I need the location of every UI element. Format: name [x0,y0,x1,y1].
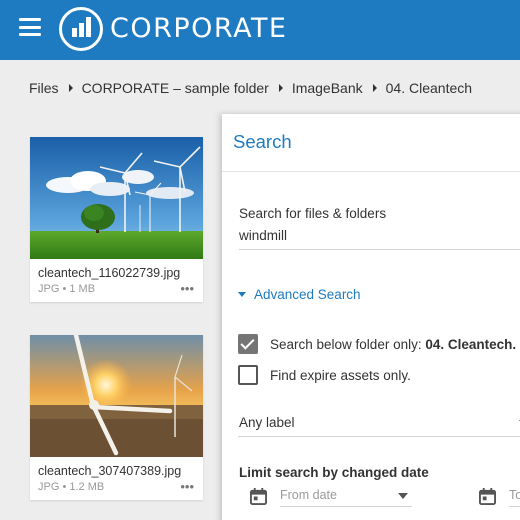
breadcrumb-item-cleantech[interactable]: 04. Cleantech [386,80,472,96]
calendar-icon[interactable] [479,488,496,505]
search-input[interactable]: windmill [239,228,287,243]
search-below-folder-option[interactable]: Search below folder only: 04. Cleantech. [238,334,516,354]
file-card[interactable]: cleantech_307407389.jpg JPG • 1.2 MB ••• [30,335,203,500]
divider [222,171,520,172]
from-date-input[interactable]: From date [280,485,412,507]
checkbox-unchecked-icon[interactable] [238,365,258,385]
expire-assets-option[interactable]: Find expire assets only. [238,365,411,385]
file-meta: JPG • 1.2 MB [38,481,105,493]
windmill-field-thumbnail[interactable] [30,137,203,259]
to-date-input[interactable]: To [509,485,520,507]
advanced-search-label: Advanced Search [254,287,361,302]
search-below-folder-label: Search below folder only: [270,336,426,352]
calendar-icon[interactable] [250,488,267,505]
brand-name[interactable]: CORPORATE [110,13,288,44]
chevron-down-icon [238,292,246,297]
search-panel: Search Search for files & folders windmi… [222,114,520,520]
breadcrumb: Files CORPORATE – sample folder ImageBan… [29,78,472,98]
checkbox-checked-icon[interactable] [238,334,258,354]
label-select-value: Any label [239,415,295,430]
file-meta: JPG • 1 MB [38,283,96,295]
from-date-placeholder: From date [280,488,337,502]
bar-chart-logo-icon[interactable] [59,7,103,51]
to-date-placeholder: To [509,488,520,502]
more-options-icon[interactable]: ••• [180,282,194,295]
file-name[interactable]: cleantech_116022739.jpg [38,266,180,280]
date-limit-label: Limit search by changed date [239,465,429,480]
breadcrumb-item-imagebank[interactable]: ImageBank [292,80,363,96]
advanced-search-toggle[interactable]: Advanced Search [238,287,361,302]
dropdown-arrow-icon [398,493,408,499]
search-panel-title: Search [233,131,292,152]
search-below-folder-name: 04. Cleantech. [425,336,517,352]
expire-assets-label: Find expire assets only. [270,367,411,383]
breadcrumb-separator-icon [372,84,377,92]
search-input-underline [239,249,520,250]
search-query-label: Search for files & folders [239,206,387,221]
breadcrumb-item-files[interactable]: Files [29,80,59,96]
file-card[interactable]: cleantech_116022739.jpg JPG • 1 MB ••• [30,137,203,302]
top-bar: CORPORATE [0,0,520,60]
breadcrumb-separator-icon [68,84,73,92]
more-options-icon[interactable]: ••• [180,480,194,493]
breadcrumb-separator-icon [278,84,283,92]
hamburger-menu-icon[interactable] [19,18,41,36]
windmill-sunset-thumbnail[interactable] [30,335,203,457]
file-name[interactable]: cleantech_307407389.jpg [38,464,181,478]
breadcrumb-item-corporate[interactable]: CORPORATE – sample folder [82,80,269,96]
label-select[interactable]: Any label [238,411,520,437]
